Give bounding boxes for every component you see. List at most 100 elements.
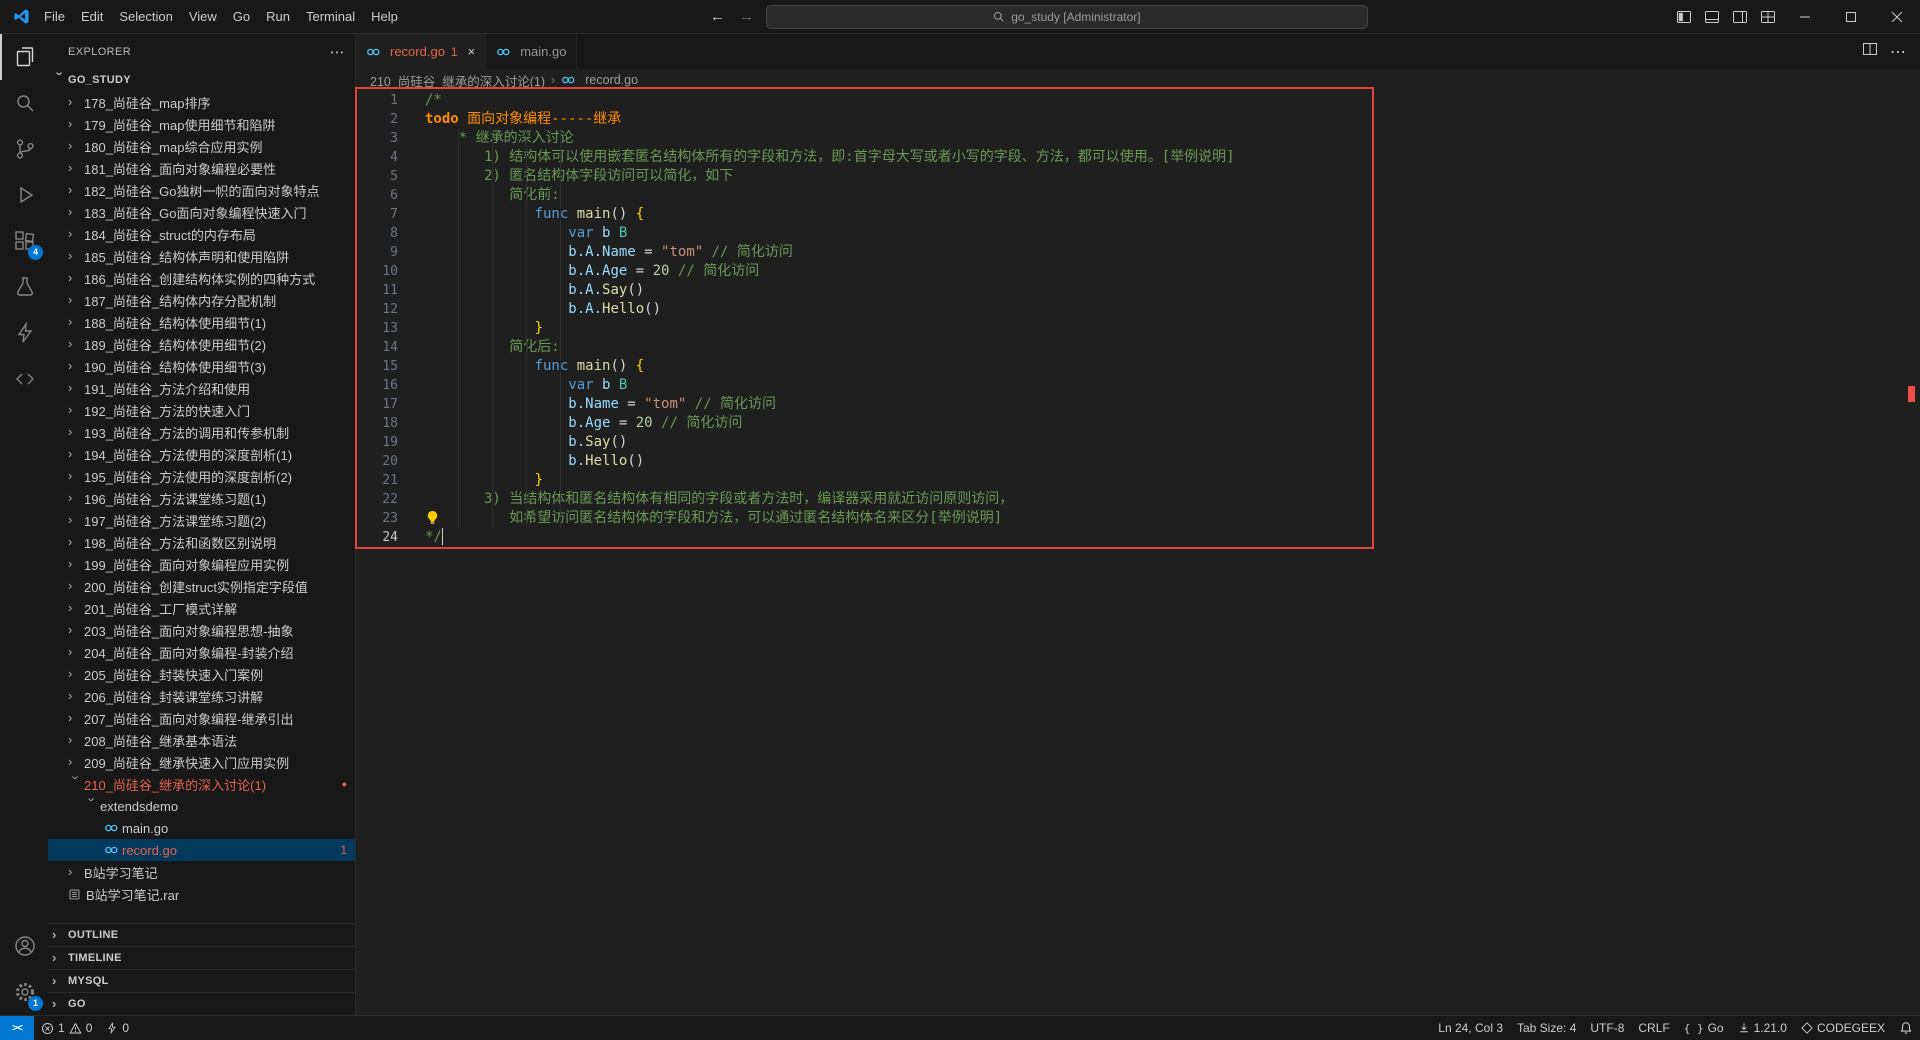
- tree-file[interactable]: main.go: [48, 817, 355, 839]
- tree-folder[interactable]: › 193_尚硅谷_方法的调用和传参机制: [48, 421, 355, 443]
- tree-folder[interactable]: › 196_尚硅谷_方法课堂练习题(1): [48, 487, 355, 509]
- account-icon[interactable]: [0, 923, 48, 969]
- tree-folder[interactable]: › 200_尚硅谷_创建struct实例指定字段值: [48, 575, 355, 597]
- customize-layout-icon[interactable]: [1754, 0, 1782, 34]
- tree-folder[interactable]: › 186_尚硅谷_创建结构体实例的四种方式: [48, 267, 355, 289]
- menu-terminal[interactable]: Terminal: [298, 0, 363, 34]
- go-version[interactable]: 1.21.0: [1731, 1016, 1794, 1040]
- code-line[interactable]: 8 var b B: [356, 224, 1920, 243]
- tree-folder[interactable]: › 206_尚硅谷_封装课堂练习讲解: [48, 685, 355, 707]
- code-line[interactable]: 1 /*: [356, 91, 1920, 110]
- close-tab-icon[interactable]: ×: [468, 44, 476, 59]
- tab-main.go[interactable]: main.go: [486, 34, 578, 69]
- menu-edit[interactable]: Edit: [73, 0, 111, 34]
- section-timeline[interactable]: › TIMELINE: [48, 946, 355, 969]
- extensions-icon[interactable]: 4: [0, 218, 48, 264]
- explorer-icon[interactable]: [0, 34, 48, 80]
- source-control-icon[interactable]: [0, 126, 48, 172]
- nav-back-icon[interactable]: ←: [708, 8, 727, 25]
- search-icon[interactable]: [0, 80, 48, 126]
- tree-folder[interactable]: › B站学习笔记: [48, 861, 355, 883]
- lightning-extension-icon[interactable]: [0, 310, 48, 356]
- breadcrumb-item[interactable]: record.go: [585, 73, 638, 87]
- tree-folder[interactable]: › 178_尚硅谷_map排序: [48, 91, 355, 113]
- code-line[interactable]: 13 }: [356, 319, 1920, 338]
- tree-folder[interactable]: › 205_尚硅谷_封装快速入门案例: [48, 663, 355, 685]
- tab-record.go[interactable]: record.go 1 ×: [356, 34, 487, 69]
- tree-folder[interactable]: › 189_尚硅谷_结构体使用细节(2): [48, 333, 355, 355]
- tree-folder[interactable]: › 210_尚硅谷_继承的深入讨论(1) ●: [48, 773, 355, 795]
- cursor-position[interactable]: Ln 24, Col 3: [1431, 1016, 1510, 1040]
- code-line[interactable]: 24 */: [356, 528, 1920, 547]
- tree-folder[interactable]: › 208_尚硅谷_继承基本语法: [48, 729, 355, 751]
- tree-folder[interactable]: › 188_尚硅谷_结构体使用细节(1): [48, 311, 355, 333]
- problems-indicator[interactable]: 1 0: [34, 1016, 99, 1040]
- codegeex-icon[interactable]: [0, 356, 48, 402]
- maximize-button[interactable]: [1828, 0, 1874, 34]
- tree-folder[interactable]: › 185_尚硅谷_结构体声明和使用陷阱: [48, 245, 355, 267]
- tree-folder[interactable]: › 197_尚硅谷_方法课堂练习题(2): [48, 509, 355, 531]
- tree-folder[interactable]: › 180_尚硅谷_map综合应用实例: [48, 135, 355, 157]
- notifications-bell-icon[interactable]: [1892, 1016, 1920, 1040]
- menu-selection[interactable]: Selection: [111, 0, 180, 34]
- tree-folder[interactable]: › 201_尚硅谷_工厂模式详解: [48, 597, 355, 619]
- workspace-root-folder[interactable]: › GO_STUDY: [48, 69, 355, 91]
- settings-gear-icon[interactable]: 1: [0, 969, 48, 1015]
- code-line[interactable]: 20 b.Hello(): [356, 452, 1920, 471]
- encoding[interactable]: UTF-8: [1583, 1016, 1631, 1040]
- eol-sequence[interactable]: CRLF: [1631, 1016, 1676, 1040]
- tree-folder[interactable]: › 209_尚硅谷_继承快速入门应用实例: [48, 751, 355, 773]
- code-line[interactable]: 12 b.A.Hello(): [356, 300, 1920, 319]
- code-line[interactable]: 14 简化后:: [356, 338, 1920, 357]
- tree-folder[interactable]: › 199_尚硅谷_面向对象编程应用实例: [48, 553, 355, 575]
- menu-view[interactable]: View: [181, 0, 225, 34]
- section-outline[interactable]: › OUTLINE: [48, 923, 355, 946]
- code-line[interactable]: 21 }: [356, 471, 1920, 490]
- toggle-secondary-sidebar-icon[interactable]: [1726, 0, 1754, 34]
- editor-more-actions-icon[interactable]: ⋯: [1890, 42, 1906, 62]
- minimize-button[interactable]: [1782, 0, 1828, 34]
- tree-folder[interactable]: › extendsdemo: [48, 795, 355, 817]
- code-line[interactable]: 17 b.Name = "tom" // 简化访问: [356, 395, 1920, 414]
- code-line[interactable]: 19 b.Say(): [356, 433, 1920, 452]
- menu-help[interactable]: Help: [363, 0, 406, 34]
- code-line[interactable]: 7 func main() {: [356, 205, 1920, 224]
- lightning-indicator[interactable]: 0: [99, 1016, 136, 1040]
- tree-folder[interactable]: › 195_尚硅谷_方法使用的深度剖析(2): [48, 465, 355, 487]
- close-window-button[interactable]: [1874, 0, 1920, 34]
- code-line[interactable]: 15 func main() {: [356, 357, 1920, 376]
- tree-folder[interactable]: › 182_尚硅谷_Go独树一帜的面向对象特点: [48, 179, 355, 201]
- code-line[interactable]: 16 var b B: [356, 376, 1920, 395]
- nav-forward-icon[interactable]: →: [737, 8, 756, 25]
- lightbulb-icon[interactable]: [425, 510, 440, 525]
- tree-folder[interactable]: › 187_尚硅谷_结构体内存分配机制: [48, 289, 355, 311]
- toggle-primary-sidebar-icon[interactable]: [1670, 0, 1698, 34]
- menu-file[interactable]: File: [36, 0, 73, 34]
- tree-folder[interactable]: › 191_尚硅谷_方法介绍和使用: [48, 377, 355, 399]
- code-line[interactable]: 18 b.Age = 20 // 简化访问: [356, 414, 1920, 433]
- tree-file[interactable]: record.go 1: [48, 839, 355, 861]
- testing-icon[interactable]: [0, 264, 48, 310]
- menu-run[interactable]: Run: [258, 0, 298, 34]
- code-line[interactable]: 22 3) 当结构体和匿名结构体有相同的字段或者方法时，编译器采用就近访问原则访…: [356, 490, 1920, 509]
- code-line[interactable]: 11 b.A.Say(): [356, 281, 1920, 300]
- tree-folder[interactable]: › 190_尚硅谷_结构体使用细节(3): [48, 355, 355, 377]
- indentation[interactable]: Tab Size: 4: [1510, 1016, 1583, 1040]
- tree-folder[interactable]: › 203_尚硅谷_面向对象编程思想-抽象: [48, 619, 355, 641]
- language-mode[interactable]: { } Go: [1677, 1016, 1731, 1040]
- tree-folder[interactable]: › 181_尚硅谷_面向对象编程必要性: [48, 157, 355, 179]
- explorer-more-actions-icon[interactable]: ⋯: [330, 43, 345, 61]
- code-editor[interactable]: 1/* 2 todo 面向对象编程-----继承 3 * 继承的深入讨论 4 1) 结构…: [356, 91, 1920, 547]
- toggle-panel-icon[interactable]: [1698, 0, 1726, 34]
- code-line[interactable]: 3 * 继承的深入讨论: [356, 129, 1920, 148]
- codegeex-status[interactable]: CODEGEEX: [1794, 1016, 1892, 1040]
- breadcrumb-item[interactable]: 210_尚硅谷_继承的深入讨论(1): [370, 71, 545, 90]
- tree-folder[interactable]: › 198_尚硅谷_方法和函数区别说明: [48, 531, 355, 553]
- section-go[interactable]: › GO: [48, 992, 355, 1015]
- tree-folder[interactable]: › 179_尚硅谷_map使用细节和陷阱: [48, 113, 355, 135]
- split-editor-icon[interactable]: [1862, 41, 1878, 62]
- tree-folder[interactable]: › 207_尚硅谷_面向对象编程-继承引出: [48, 707, 355, 729]
- tree-file[interactable]: B站学习笔记.rar: [48, 883, 355, 905]
- code-line[interactable]: 6 简化前:: [356, 186, 1920, 205]
- tree-folder[interactable]: › 192_尚硅谷_方法的快速入门: [48, 399, 355, 421]
